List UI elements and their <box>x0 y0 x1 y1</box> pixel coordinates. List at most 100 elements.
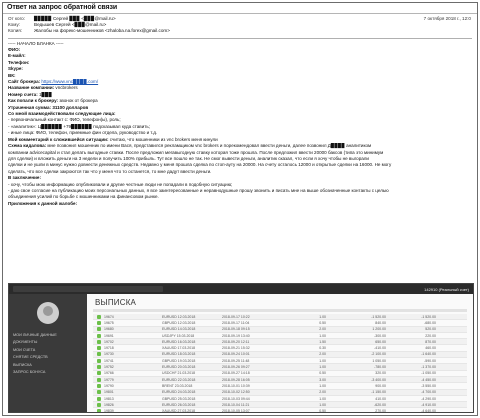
attached-screenshot[interactable]: 142910 (Реальный счет) МОИ ЛИЧНЫЕ ДАННЫЕ… <box>8 283 474 413</box>
row-status-icon <box>97 377 101 382</box>
table-cell: 650.00 <box>375 339 386 344</box>
screenshot-topbar: 142910 (Реальный счет) <box>9 284 473 294</box>
table-cell: -4 910.00 <box>421 402 436 407</box>
table-row: 19839 XAUUSD 27.03.2018 2018-10-05 13:07 0.… <box>93 408 467 413</box>
table-cell: 870.00 <box>425 339 436 344</box>
table-cell: -4 700.00 <box>421 390 436 395</box>
table-cell: 19752 <box>104 365 114 370</box>
table-cell: 270.00 <box>375 409 386 413</box>
copy-row: Копия: Жалобы на форекс-мошенников <zhal… <box>8 28 472 34</box>
row-status-icon <box>97 390 101 395</box>
table-cell: USDJPY 15.03.2018 <box>162 333 195 338</box>
table-cell: 19801 <box>104 390 114 395</box>
company-value: vncbrokers <box>55 85 78 91</box>
row-status-icon <box>97 409 101 412</box>
row-status-icon <box>97 352 101 357</box>
email-subject: Ответ на запрос обратной связи <box>7 4 118 11</box>
how-label: Как попали к брокеру: <box>8 98 59 104</box>
table-cell: 1.00 <box>319 396 326 401</box>
email-body: ----- НАЧАЛО БЛАНКА ----- ФИО: E-майл: Т… <box>3 41 477 208</box>
row-status-icon <box>97 402 101 407</box>
table-cell: 2.00 <box>319 352 326 357</box>
row-status-icon <box>97 365 101 370</box>
table-cell: 1.00 <box>319 314 326 319</box>
comment-header: Мой комментарий к сложившейся ситуации: <box>8 136 109 142</box>
table-cell: 2018-09-26 09:27 <box>222 365 250 370</box>
table-cell: -1 050.00 <box>421 371 436 376</box>
scheme-line-1: мне позвонил мошенник по имени Вася, пре… <box>47 143 372 149</box>
table-cell: -410.00 <box>374 346 386 351</box>
table-cell: XAUUSD 17.03.2018 <box>162 346 196 351</box>
table-cell: 2018-10-04 11:21 <box>222 402 250 407</box>
table-cell: -590.00 <box>424 358 436 363</box>
screenshot-filter-bar <box>93 309 467 312</box>
side-menu-item: МОИ СЧЕТА <box>13 347 36 352</box>
row-status-icon <box>97 327 101 332</box>
table-cell: EURUSD 20.03.2018 <box>162 365 196 370</box>
row-status-icon <box>97 320 101 325</box>
broker-site-label: Сайт брокера: <box>8 79 41 85</box>
table-cell: 1.00 <box>319 365 326 370</box>
row-status-icon <box>97 358 101 363</box>
table-cell: 3.00 <box>319 377 326 382</box>
email-window: Ответ на запрос обратной связи От кого: … <box>2 2 478 416</box>
row-status-icon <box>97 396 101 401</box>
table-cell: 1.00 <box>319 402 326 407</box>
comment-text: считаю, что мошенники из vnc brokers мен… <box>109 136 218 142</box>
table-cell: 2.00 <box>319 327 326 332</box>
table-cell: -1 150.00 <box>371 390 386 395</box>
email-title-bar: Ответ на запрос обратной связи <box>3 3 477 14</box>
table-cell: -4 290.00 <box>421 396 436 401</box>
table-cell: -300.00 <box>374 333 386 338</box>
table-cell: -620.00 <box>374 402 386 407</box>
table-cell: 0.50 <box>319 409 326 413</box>
screenshot-sidebar: МОИ ЛИЧНЫЕ ДАННЫЕ ДОКУМЕНТЫ МОИ СЧЕТА СН… <box>9 294 87 412</box>
table-cell: 19730 <box>104 352 114 357</box>
table-cell: -3 400.00 <box>371 377 386 382</box>
copy-label: Копия: <box>8 28 23 34</box>
table-cell: 410.00 <box>375 396 386 401</box>
table-cell: USDCHF 21.03.2018 <box>162 371 196 376</box>
table-cell: 19741 <box>104 358 114 363</box>
table-cell: -2 100.00 <box>371 352 386 357</box>
screenshot-main: ВЫПИСКА 19674 EURUSD 12.03.2018 2018-09-17… <box>87 294 473 412</box>
table-cell: 19813 <box>104 396 114 401</box>
account-value: 1▉▉▉ <box>39 91 53 97</box>
table-cell: 840.00 <box>375 320 386 325</box>
account-label: Номер счета: <box>8 91 38 97</box>
side-menu-item: ДОКУМЕНТЫ <box>13 340 38 345</box>
screenshot-account-label: 142910 (Реальный счет) <box>424 286 469 292</box>
table-cell: XAUUSD 27.03.2018 <box>162 409 196 413</box>
table-cell: 2018-09-25 11:48 <box>222 358 250 363</box>
email-header: От кого: ▉▉▉▉▉ Сергей ▉▉▉ <▉▉▉@mail.ru> … <box>3 14 477 36</box>
table-cell: -4 450.00 <box>421 377 436 382</box>
table-cell: 2018-10-02 12:50 <box>222 390 250 395</box>
copy-value[interactable]: Жалобы на форекс-мошенников <zhaloba.na.… <box>34 28 170 34</box>
table-cell: 2018-09-17 11:04 <box>222 320 250 325</box>
table-cell: EURUSD 26.03.2018 <box>162 402 196 407</box>
table-cell: -1 370.00 <box>421 365 436 370</box>
table-cell: 2018-09-28 16:05 <box>222 377 250 382</box>
table-cell: 0.30 <box>319 346 326 351</box>
table-cell: 19675 <box>104 320 114 325</box>
table-cell: EURUSD 18.03.2018 <box>162 352 196 357</box>
table-cell: BRENT 23.03.2018 <box>162 383 193 388</box>
table-cell: 19790 <box>104 383 114 388</box>
table-cell: 1 200.00 <box>372 327 386 332</box>
table-cell: 19691 <box>104 333 114 338</box>
table-cell: 520.00 <box>425 327 436 332</box>
table-cell: 320.00 <box>375 371 386 376</box>
table-cell: 2018-09-24 10:01 <box>222 352 250 357</box>
table-cell: 19766 <box>104 371 114 376</box>
broker-site-link[interactable]: https://www.vnc▉▉▉▉.com/ <box>41 79 98 84</box>
table-cell: GBPUSD 12.03.2018 <box>162 320 196 325</box>
table-cell: 19702 <box>104 339 114 344</box>
side-menu-item: СНЯТИЕ СРЕДСТВ <box>13 355 48 360</box>
avatar-icon <box>37 302 59 324</box>
table-cell: -1 640.00 <box>421 352 436 357</box>
side-menu-item: ЗАПРОС БОНУСА <box>13 370 46 375</box>
table-cell: EURUSD 22.03.2018 <box>162 377 196 382</box>
screenshot-url-bar <box>13 286 163 292</box>
table-cell: EURUSD 24.03.2018 <box>162 390 196 395</box>
table-cell: 0.50 <box>319 371 326 376</box>
